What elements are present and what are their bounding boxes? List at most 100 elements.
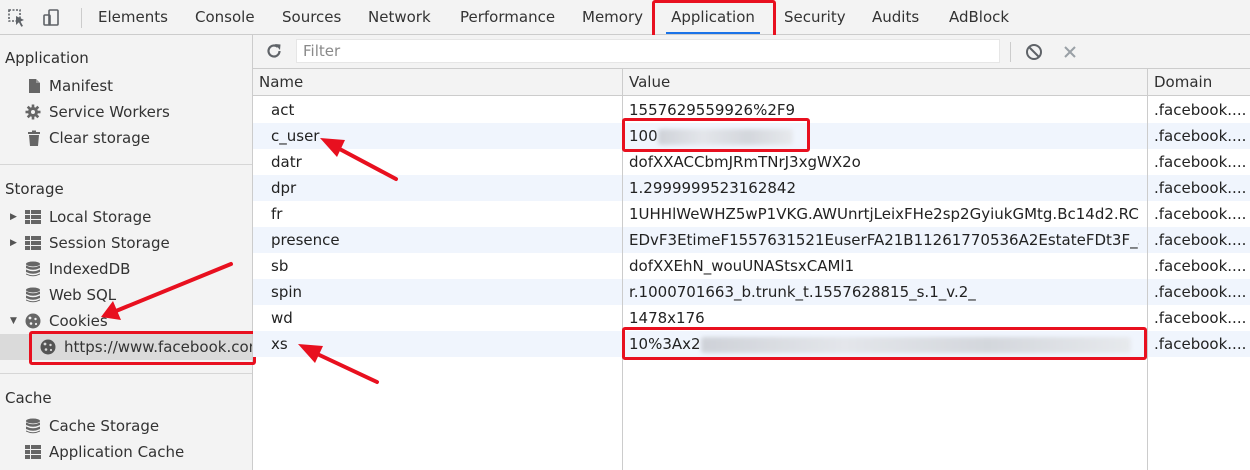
section-divider: [0, 164, 252, 165]
cookie-name-cell[interactable]: c_user: [271, 123, 611, 149]
sidebar-item-label: Session Storage: [49, 234, 170, 252]
sidebar-item-label: https://www.facebook.com: [64, 338, 252, 356]
cookie-value-cell[interactable]: r.1000701663_b.trunk_t.1557628815_s.1_v.…: [629, 279, 1139, 305]
cookie-domain-cell[interactable]: .facebook....: [1154, 175, 1250, 201]
tab-sources[interactable]: Sources: [282, 0, 341, 34]
sidebar-item-local-storage[interactable]: ▶ Local Storage: [0, 204, 252, 230]
cookie-value-cell[interactable]: 1UHHlWeWHZ5wP1VKG.AWUnrtjLeixFHe2sp2Gyiu…: [629, 201, 1139, 227]
section-title-cache: Cache: [5, 389, 52, 407]
sidebar-item-cookies[interactable]: ▼ Cookies: [0, 308, 252, 334]
cookie-value-text: dofXXACCbmJRmTNrJ3xgWX2o: [629, 153, 861, 171]
trash-icon: [28, 130, 40, 146]
cookie-domain-cell[interactable]: .facebook....: [1154, 97, 1250, 123]
cookie-name-cell[interactable]: fr: [271, 201, 611, 227]
refresh-icon[interactable]: [265, 42, 283, 60]
cookie-domain-cell[interactable]: .facebook....: [1154, 149, 1250, 175]
sidebar-item-indexeddb[interactable]: IndexedDB: [0, 256, 252, 282]
sidebar-item-session-storage[interactable]: ▶ Session Storage: [0, 230, 252, 256]
column-header-value[interactable]: Value: [629, 69, 670, 96]
cookie-domain-cell[interactable]: .facebook....: [1154, 331, 1250, 357]
toolbar-separator: [1010, 42, 1011, 62]
tab-adblock[interactable]: AdBlock: [949, 0, 1009, 34]
table-row[interactable]: spin r.1000701663_b.trunk_t.1557628815_s.…: [253, 279, 1250, 305]
sidebar-item-manifest[interactable]: Manifest: [0, 73, 252, 99]
cookies-toolbar: [253, 35, 1250, 69]
cookie-value-cell[interactable]: dofXXACCbmJRmTNrJ3xgWX2o: [629, 149, 1139, 175]
table-row[interactable]: fr 1UHHlWeWHZ5wP1VKG.AWUnrtjLeixFHe2sp2Gy…: [253, 201, 1250, 227]
cookie-name-cell[interactable]: presence: [271, 227, 611, 253]
cookie-name-cell[interactable]: datr: [271, 149, 611, 175]
database-icon: [26, 261, 40, 277]
device-toolbar-icon[interactable]: [40, 7, 62, 29]
table-row[interactable]: datr dofXXACCbmJRmTNrJ3xgWX2o .facebook...…: [253, 149, 1250, 175]
cookie-domain-cell[interactable]: .facebook....: [1154, 279, 1250, 305]
cookie-domain-cell[interactable]: .facebook....: [1154, 201, 1250, 227]
column-divider[interactable]: [622, 69, 623, 470]
table-row[interactable]: act 1557629559926%2F9 .facebook....: [253, 97, 1250, 123]
cookie-table: Name Value Domain act 1557629559926%2F9 .f…: [253, 69, 1250, 470]
table-row[interactable]: wd 1478x176 .facebook....: [253, 305, 1250, 331]
tab-performance[interactable]: Performance: [460, 0, 555, 34]
cookie-value-text: 1478x176: [629, 309, 705, 327]
tab-network[interactable]: Network: [368, 0, 431, 34]
column-header-name[interactable]: Name: [259, 69, 303, 96]
clear-all-icon[interactable]: [1025, 43, 1043, 61]
tab-audits[interactable]: Audits: [872, 0, 919, 34]
collapse-triangle-icon[interactable]: ▼: [10, 308, 17, 334]
manifest-file-icon: [29, 79, 40, 93]
cookie-name-cell[interactable]: act: [271, 97, 611, 123]
cookie-value-text: 1UHHlWeWHZ5wP1VKG.AWUnrtjLeixFHe2sp2Gyiu…: [629, 205, 1139, 223]
cookie-name-cell[interactable]: wd: [271, 305, 611, 331]
cookie-value-cell[interactable]: 1557629559926%2F9: [629, 97, 1139, 123]
filter-input[interactable]: [296, 39, 1000, 63]
section-title-application: Application: [5, 49, 89, 67]
database-icon: [26, 418, 40, 434]
sidebar-item-application-cache[interactable]: Application Cache: [0, 439, 252, 465]
table-row[interactable]: sb dofXXEhN_wouUNAStsxCAMl1 .facebook....: [253, 253, 1250, 279]
cookie-value-cell[interactable]: 100: [629, 123, 1139, 149]
cookie-name-cell[interactable]: spin: [271, 279, 611, 305]
delete-selected-icon[interactable]: [1062, 44, 1078, 60]
cookie-value-cell[interactable]: EDvF3EtimeF1557631521EuserFA21B112617705…: [629, 227, 1139, 253]
tab-memory[interactable]: Memory: [582, 0, 643, 34]
cookie-value-text: 100: [629, 127, 658, 145]
cookie-domain-cell[interactable]: .facebook....: [1154, 123, 1250, 149]
sidebar-item-clear-storage[interactable]: Clear storage: [0, 125, 252, 151]
cookie-name-cell[interactable]: dpr: [271, 175, 611, 201]
cookie-domain-cell[interactable]: .facebook....: [1154, 253, 1250, 279]
cookie-value-cell[interactable]: 10%3Ax2: [629, 331, 1139, 357]
column-divider[interactable]: [1147, 69, 1148, 470]
grid-icon: [25, 210, 41, 224]
application-sidebar: Application Manifest Service Workers Cle…: [0, 35, 253, 470]
column-header-domain[interactable]: Domain: [1154, 69, 1212, 96]
tab-security[interactable]: Security: [784, 0, 846, 34]
section-divider: [0, 373, 252, 374]
table-row[interactable]: presence EDvF3EtimeF1557631521EuserFA21B1…: [253, 227, 1250, 253]
cookie-value-text: EDvF3EtimeF1557631521EuserFA21B112617705…: [629, 231, 1139, 249]
cookie-value-cell[interactable]: 1.2999999523162842: [629, 175, 1139, 201]
expand-triangle-icon[interactable]: ▶: [10, 204, 17, 230]
cookie-domain-cell[interactable]: .facebook....: [1154, 227, 1250, 253]
tab-console[interactable]: Console: [195, 0, 255, 34]
tab-application[interactable]: Application: [666, 0, 760, 34]
cookie-name-cell[interactable]: sb: [271, 253, 611, 279]
table-row[interactable]: c_user 100 .facebook....: [253, 123, 1250, 149]
tab-elements[interactable]: Elements: [98, 0, 168, 34]
cookie-value-text: 10%3Ax2: [629, 335, 701, 353]
cookie-value-cell[interactable]: 1478x176: [629, 305, 1139, 331]
cookie-name-cell[interactable]: xs: [271, 331, 611, 357]
table-row[interactable]: xs 10%3Ax2 .facebook....: [253, 331, 1250, 357]
table-header: Name Value Domain: [253, 69, 1250, 96]
sidebar-item-label: Clear storage: [49, 129, 150, 147]
sidebar-item-service-workers[interactable]: Service Workers: [0, 99, 252, 125]
table-row[interactable]: dpr 1.2999999523162842 .facebook....: [253, 175, 1250, 201]
database-icon: [26, 287, 40, 303]
cookie-domain-cell[interactable]: .facebook....: [1154, 305, 1250, 331]
inspect-element-icon[interactable]: [6, 7, 28, 29]
sidebar-item-web-sql[interactable]: Web SQL: [0, 282, 252, 308]
sidebar-item-cache-storage[interactable]: Cache Storage: [0, 413, 252, 439]
expand-triangle-icon[interactable]: ▶: [10, 230, 17, 256]
sidebar-item-cookie-site[interactable]: https://www.facebook.com: [0, 334, 252, 360]
tab-separator: [81, 8, 82, 28]
cookie-value-cell[interactable]: dofXXEhN_wouUNAStsxCAMl1: [629, 253, 1139, 279]
